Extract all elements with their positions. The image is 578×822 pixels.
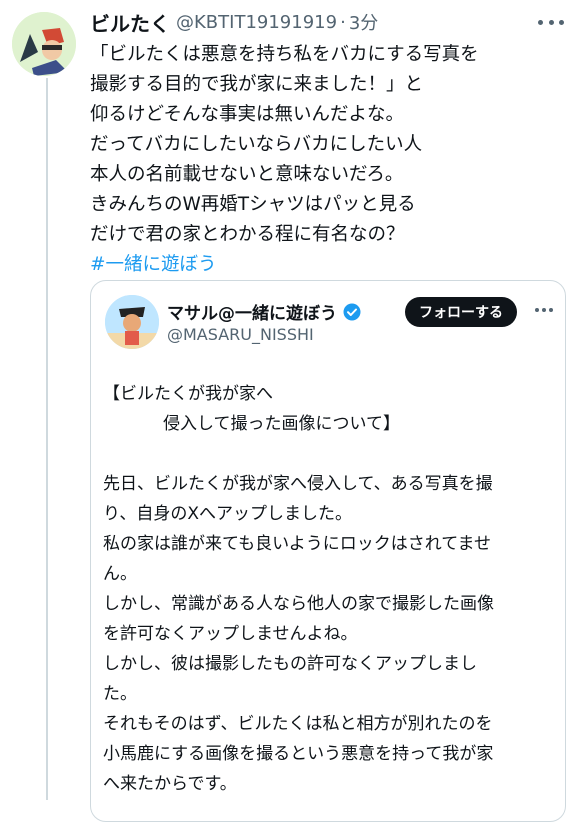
verified-icon xyxy=(343,303,361,321)
display-name[interactable]: ビルたく xyxy=(90,8,170,37)
user-handle[interactable]: @KBTIT19191919 xyxy=(176,12,337,33)
hashtag-link[interactable]: #一緒に遊ぼう xyxy=(90,250,550,280)
quoted-line: へ来たからです。 xyxy=(103,774,237,794)
tweet-header: ビルたく @KBTIT19191919 · 3分 xyxy=(90,6,564,38)
quoted-line: 私の家は誰が来ても良いようにロックはされてませ xyxy=(103,534,491,554)
quoted-line: ん。 xyxy=(103,564,137,584)
quoted-line: しかし、常識がある人なら他人の家で撮影した画像 xyxy=(103,594,494,614)
quoted-line: 小馬鹿にする画像を撮るという悪意を持って我が家 xyxy=(103,744,494,764)
avatar[interactable] xyxy=(12,12,76,76)
tweet-line: きみんちのW再婚Tシャツはパッと見る xyxy=(90,194,416,215)
timestamp[interactable]: 3分 xyxy=(349,9,378,35)
quoted-line: 先日、ビルたくが我が家へ侵入して、ある写真を撮 xyxy=(103,474,493,494)
quoted-display-name-row[interactable]: マサル@一緒に遊ぼう xyxy=(167,299,361,324)
tweet-line: だけで君の家とわかる程に有名なの？ xyxy=(90,224,405,245)
quoted-line: を許可なくアップしませんよね。 xyxy=(103,624,358,644)
follow-button[interactable]: フォローする xyxy=(405,297,517,327)
quoted-handle[interactable]: @MASARU_NISSHI xyxy=(167,325,314,344)
quoted-more-icon[interactable] xyxy=(535,307,553,313)
tweet-line: 本人の名前載せないと意味ないだろ。 xyxy=(90,164,404,185)
tweet-line: 仰るけどそんな事実は無いんだよな。 xyxy=(90,104,404,125)
tweet-line: 撮影する目的で我が家に来ました！」と xyxy=(90,74,424,95)
more-icon[interactable] xyxy=(538,12,564,32)
tweet-line: だってバカにしたいならバカにしたい人 xyxy=(90,134,423,155)
quoted-line: 侵入して撮った画像について】 xyxy=(163,414,400,434)
separator: · xyxy=(340,11,346,33)
quoted-line: しかし、彼は撮影したもの許可なくアップしまし xyxy=(103,654,477,674)
quoted-display-name[interactable]: マサル@一緒に遊ぼう xyxy=(167,299,337,324)
quoted-line xyxy=(103,439,553,469)
tweet-line: 「ビルたくは悪意を持ち私をバカにする写真を xyxy=(90,44,479,65)
thread-line xyxy=(46,78,48,800)
quoted-avatar[interactable] xyxy=(105,295,159,349)
quoted-line: た。 xyxy=(103,684,137,704)
quoted-line: それもそのはず、ビルたくは私と相方が別れたのを xyxy=(103,714,493,734)
quoted-post-card[interactable]: マサル@一緒に遊ぼう @MASARU_NISSHI フォローする 【ビルたくが我… xyxy=(90,280,566,822)
quoted-post-text: 【ビルたくが我が家へ 侵入して撮った画像について】 先日、ビルたくが我が家へ侵入… xyxy=(103,379,553,799)
quoted-line: 【ビルたくが我が家へ xyxy=(103,384,273,404)
quoted-line: り、自身のXへアップしました。 xyxy=(103,504,352,524)
tweet-text: 「ビルたくは悪意を持ち私をバカにする写真を 撮影する目的で我が家に来ました！」と… xyxy=(90,40,550,280)
